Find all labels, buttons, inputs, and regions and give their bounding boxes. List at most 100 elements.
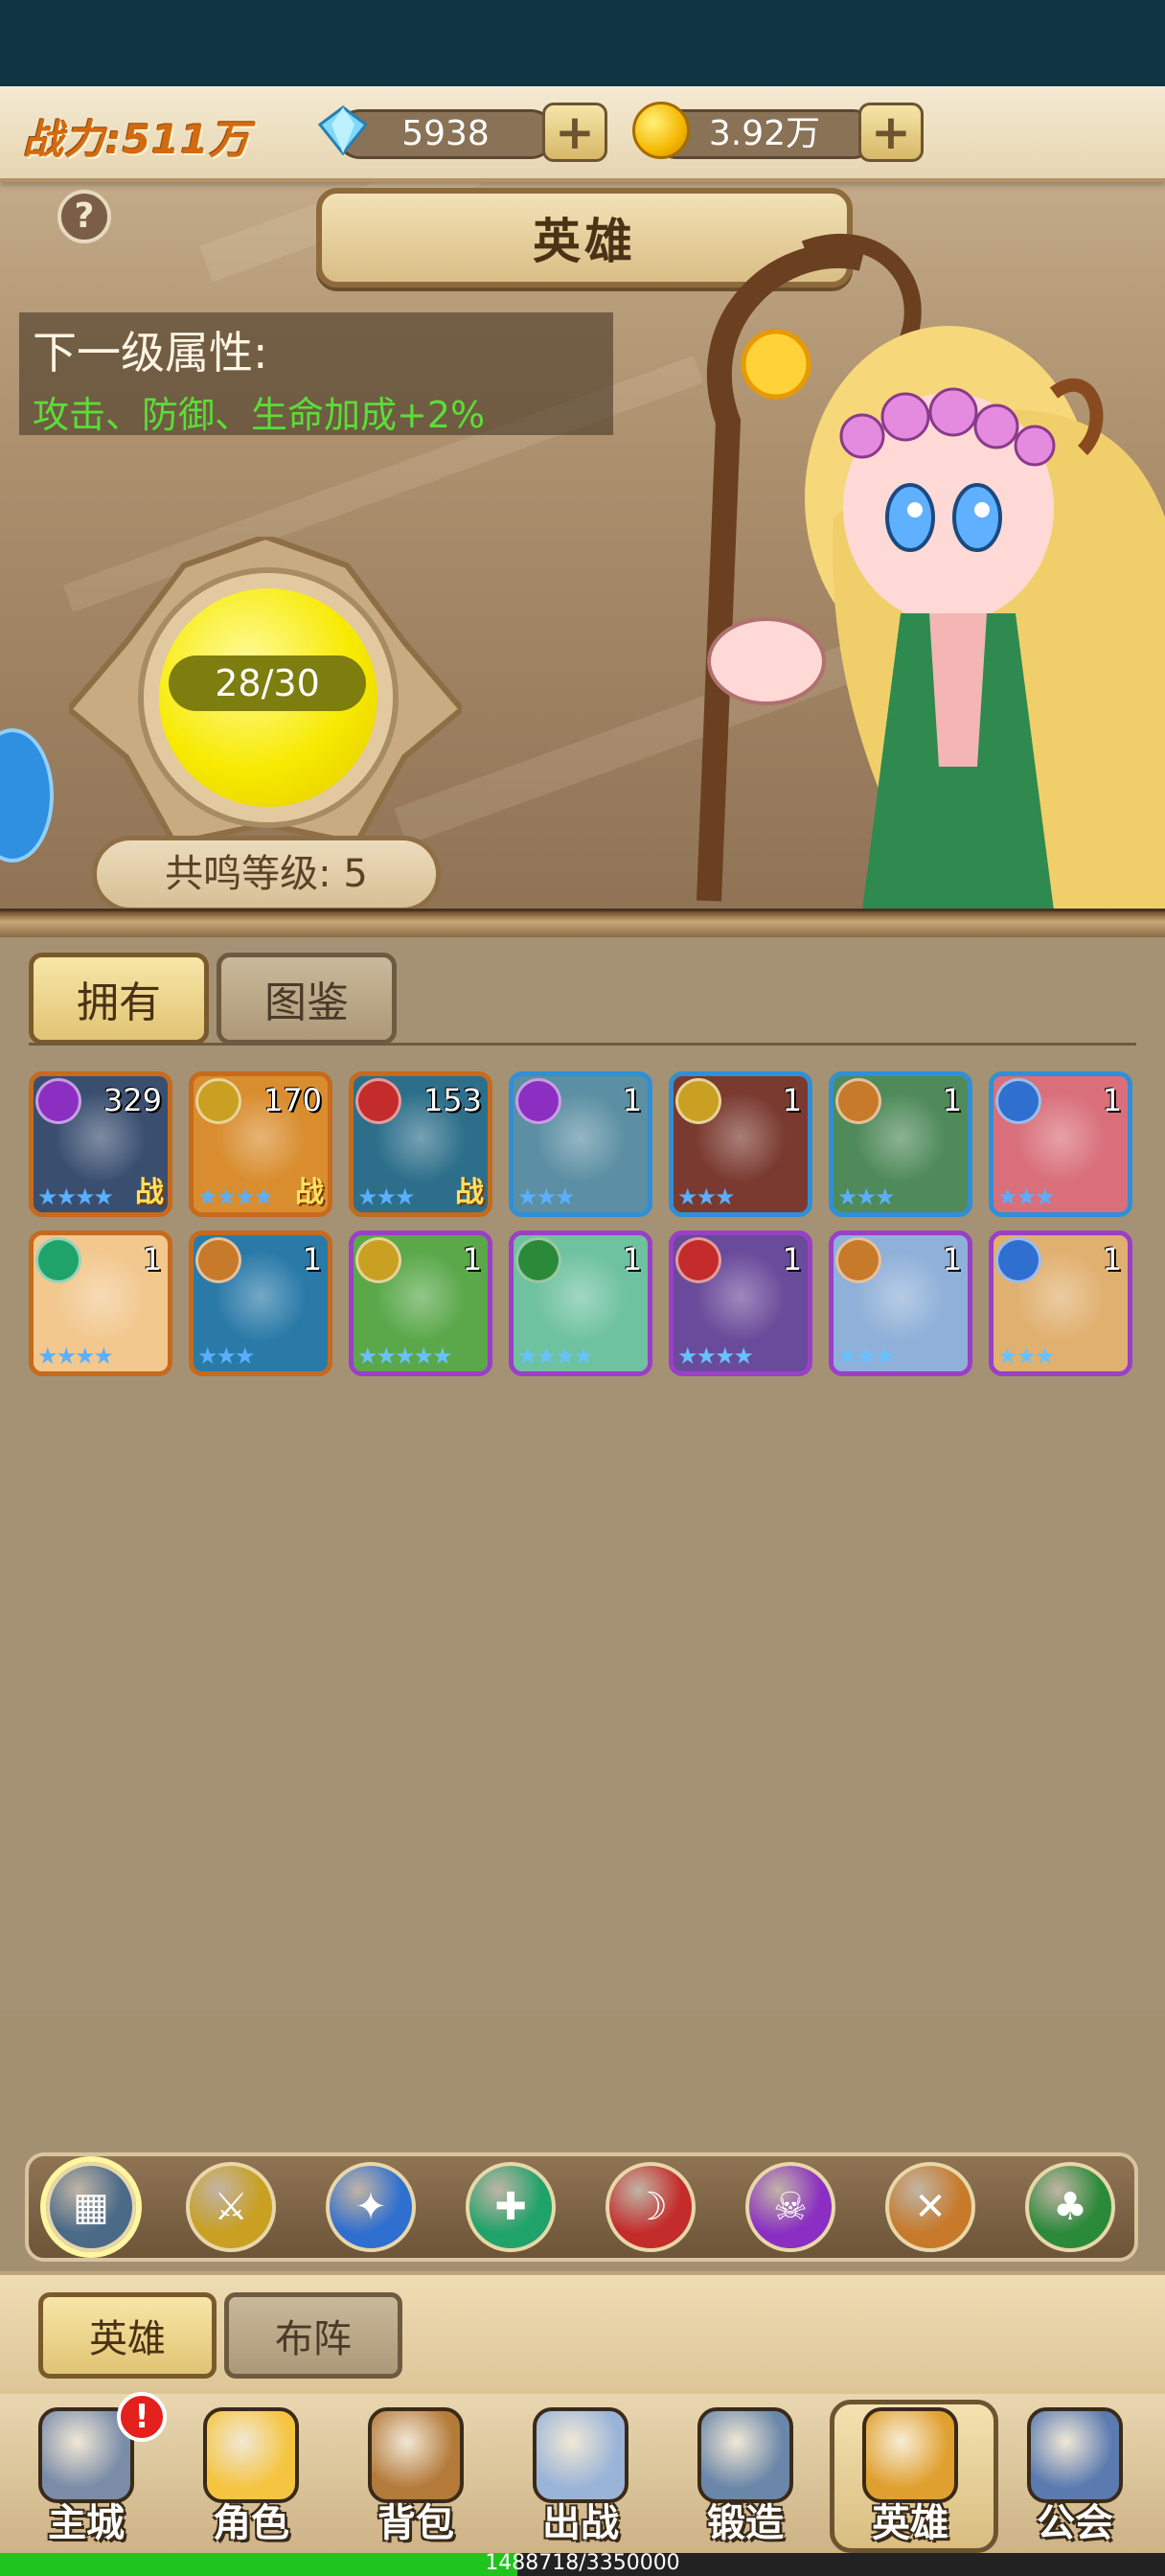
filter-support-button[interactable]: ✚ (466, 2162, 556, 2252)
tab-gallery[interactable]: 图鉴 (217, 953, 397, 1045)
hero-class-icon (35, 1237, 81, 1283)
crossed-swords-icon (533, 2407, 628, 2503)
hero-star-rating: ★★★ (197, 1343, 256, 1369)
hero-star-rating: ★★★ (517, 1184, 576, 1210)
hero-count: 329 (103, 1082, 162, 1118)
nav-item-2[interactable]: 角色 (171, 2402, 331, 2551)
in-battle-tag: 战 (295, 1176, 324, 1209)
tab-underline (29, 1043, 1136, 1046)
experience-text: 1488718/3350000 (485, 2551, 680, 2575)
hero-class-icon (355, 1237, 401, 1283)
hero-class-icon (835, 1078, 881, 1124)
hero-card[interactable]: 1 ★★★ (189, 1230, 332, 1376)
hero-count: 1 (782, 1082, 802, 1118)
nav-item-4[interactable]: 出战 (500, 2402, 661, 2551)
hero-card[interactable]: 153 ★★★ 战 (349, 1071, 492, 1217)
in-battle-tag: 战 (135, 1176, 164, 1209)
hero-card[interactable]: 1 ★★★ (989, 1071, 1132, 1217)
nav-item-3[interactable]: 背包 (335, 2402, 496, 2551)
hero-class-icon (195, 1237, 241, 1283)
hero-star-rating: ★★★★ (197, 1184, 274, 1210)
gold-coin-icon (632, 102, 690, 159)
hero-class-icon (515, 1237, 561, 1283)
hero-card[interactable]: 1 ★★★ (829, 1071, 972, 1217)
hero-star-rating: ★★★ (677, 1184, 736, 1210)
hero-star-rating: ★★★ (357, 1184, 416, 1210)
resonance-progress: 28/30 (169, 656, 366, 711)
nav-label: 背包 (377, 2501, 454, 2545)
hero-class-icon (835, 1237, 881, 1283)
hero-class-icon (675, 1078, 721, 1124)
hero-class-icon (675, 1237, 721, 1283)
subtab-formation[interactable]: 布阵 (224, 2292, 402, 2379)
section-divider (0, 908, 1165, 937)
tab-owned[interactable]: 拥有 (29, 953, 209, 1045)
hero-card[interactable]: 1 ★★★ (669, 1071, 812, 1217)
hero-count: 1 (622, 1241, 642, 1277)
hero-count: 1 (462, 1241, 482, 1277)
hero-class-icon (355, 1078, 401, 1124)
hero-count: 1 (942, 1082, 962, 1118)
hero-card[interactable]: 1 ★★★ (989, 1230, 1132, 1376)
hero-star-rating: ★★★★ (37, 1184, 114, 1210)
nav-item-7[interactable]: 公会 (994, 2402, 1155, 2551)
hero-star-rating: ★★★★ (37, 1343, 114, 1369)
notification-badge: ! (117, 2392, 167, 2442)
hero-star-rating: ★★★ (997, 1184, 1056, 1210)
hero-class-icon (995, 1078, 1041, 1124)
hammer-icon (697, 2407, 793, 2503)
backpack-icon (368, 2407, 464, 2503)
hero-count: 170 (263, 1082, 322, 1118)
hero-count: 1 (142, 1241, 162, 1277)
hero-card[interactable]: 1 ★★★ (509, 1071, 652, 1217)
next-level-bonus: 攻击、防御、生命加成+2% (33, 394, 486, 436)
nav-label: 主城 (48, 2501, 125, 2545)
nav-item-6[interactable]: 英雄 (830, 2402, 991, 2551)
hero-count: 153 (423, 1082, 482, 1118)
hero-star-rating: ★★★ (837, 1343, 896, 1369)
filter-dark-button[interactable]: ☠ (745, 2162, 835, 2252)
hero-card[interactable]: 1 ★★★★ (509, 1230, 652, 1376)
filter-nature-button[interactable]: ♣ (1025, 2162, 1115, 2252)
hero-card[interactable]: 170 ★★★★ 战 (189, 1071, 332, 1217)
hero-star-rating: ★★★ (837, 1184, 896, 1210)
hero-count: 1 (622, 1082, 642, 1118)
hero-card[interactable]: 1 ★★★★ (29, 1230, 172, 1376)
hero-star-rating: ★★★★ (677, 1343, 754, 1369)
nav-label: 出战 (542, 2501, 619, 2545)
filter-mage-button[interactable]: ✦ (326, 2162, 416, 2252)
diamond-icon (317, 105, 369, 156)
status-bar (0, 0, 1165, 86)
in-battle-tag: 战 (455, 1176, 484, 1209)
hero-class-icon (515, 1078, 561, 1124)
subtab-hero[interactable]: 英雄 (38, 2292, 217, 2379)
help-button[interactable]: ? (57, 190, 111, 243)
filter-warrior-button[interactable]: ⚔ (186, 2162, 276, 2252)
gem-amount: 5938 (401, 114, 490, 153)
combat-power-label: 战力:511万 (23, 116, 251, 163)
filter-all-button[interactable]: ▦ (46, 2162, 136, 2252)
nav-label: 英雄 (872, 2501, 948, 2545)
hero-count: 1 (1102, 1082, 1122, 1118)
hero-card[interactable]: 1 ★★★★★ (349, 1230, 492, 1376)
next-level-title: 下一级属性: (33, 327, 268, 379)
hero-card[interactable]: 1 ★★★ (829, 1230, 972, 1376)
featured-hero-illustration (697, 233, 1165, 910)
add-gems-button[interactable]: + (542, 103, 607, 162)
hero-class-icon (995, 1237, 1041, 1283)
crown-icon (203, 2407, 299, 2503)
guild-shield-icon (1027, 2407, 1123, 2503)
filter-assassin-button[interactable]: ☽ (605, 2162, 696, 2252)
hero-count: 1 (782, 1241, 802, 1277)
hero-card[interactable]: 1 ★★★★ (669, 1230, 812, 1376)
nav-item-5[interactable]: 锻造 (665, 2402, 826, 2551)
next-level-attributes: 下一级属性: 攻击、防御、生命加成+2% (19, 312, 613, 436)
filter-ranger-button[interactable]: ✕ (885, 2162, 975, 2252)
resonance-level: 共鸣等级: 5 (92, 836, 441, 912)
hero-class-icon (195, 1078, 241, 1124)
add-gold-button[interactable]: + (858, 103, 924, 162)
nav-label: 角色 (213, 2501, 289, 2545)
hero-card[interactable]: 329 ★★★★ 战 (29, 1071, 172, 1217)
nav-label: 公会 (1037, 2501, 1113, 2545)
hero-fist-icon (862, 2407, 958, 2503)
